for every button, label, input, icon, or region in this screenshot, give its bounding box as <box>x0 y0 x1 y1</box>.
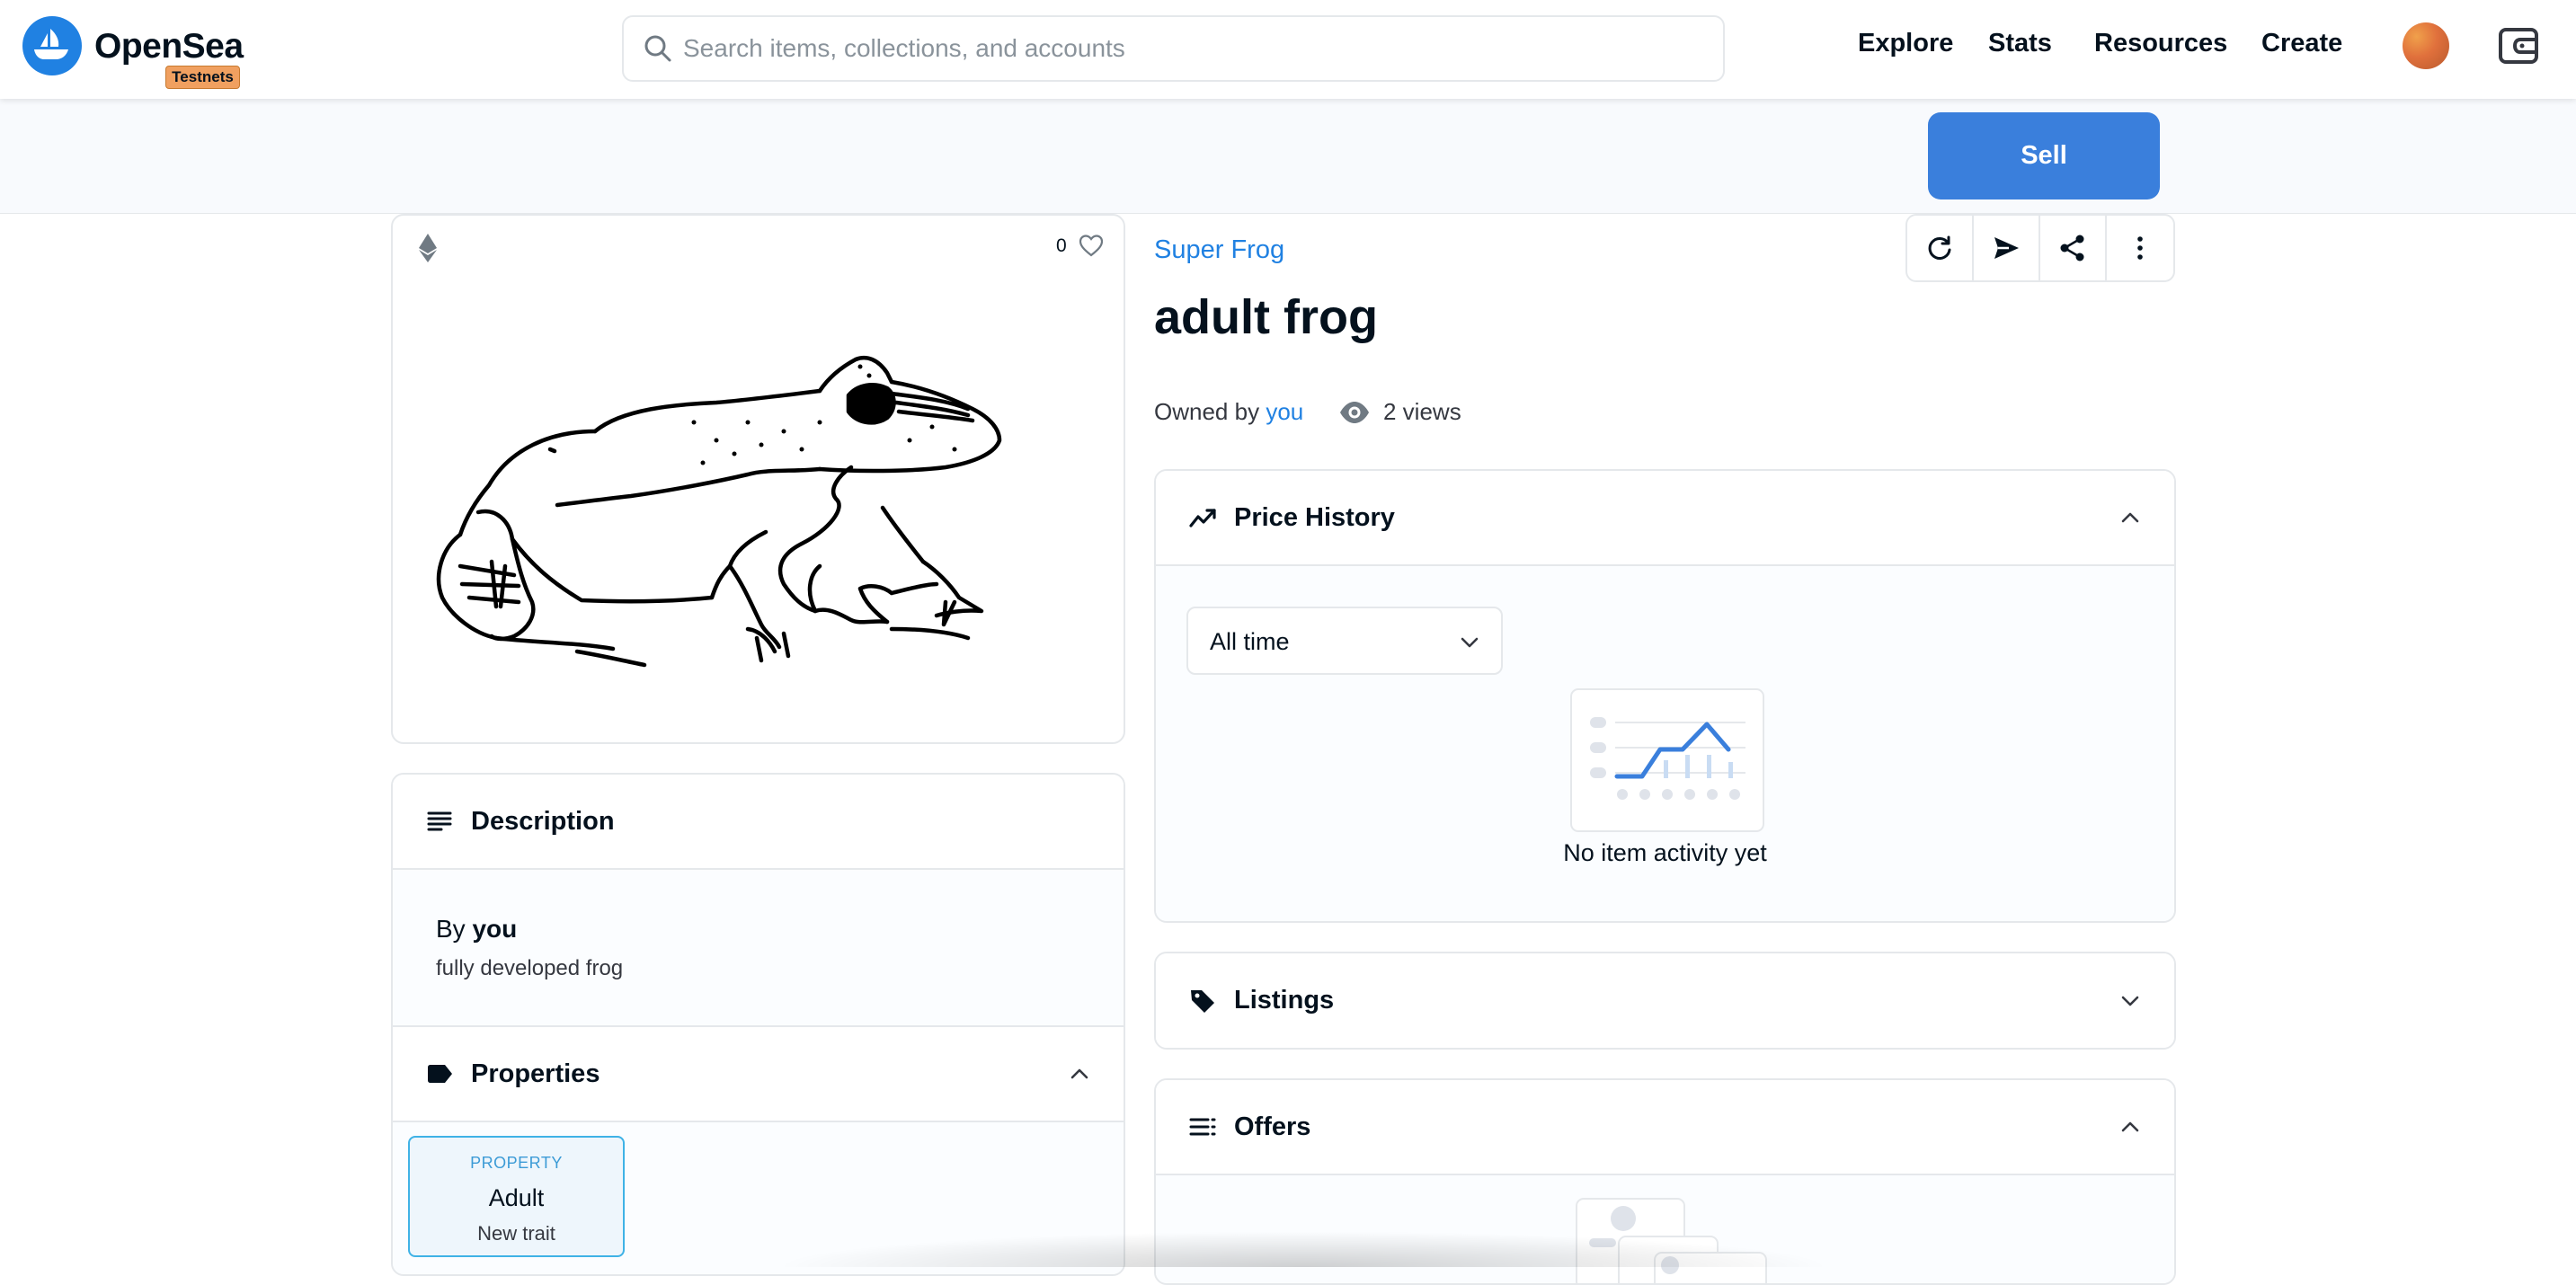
time-range-select[interactable]: All time <box>1186 607 1503 675</box>
description-body: By you fully developed frog <box>393 870 1124 1027</box>
scroll-shadow <box>773 1231 1834 1267</box>
share-button[interactable] <box>2040 216 2107 280</box>
nav-stats[interactable]: Stats <box>1988 29 2052 58</box>
collection-link[interactable]: Super Frog <box>1154 235 1284 265</box>
nav-resources[interactable]: Resources <box>2094 29 2227 58</box>
property-type: PROPERTY <box>470 1154 563 1172</box>
view-count: 2 views <box>1383 398 1461 425</box>
heart-icon[interactable] <box>1078 232 1105 259</box>
owner-action-bar: Sell <box>0 99 2576 214</box>
eye-icon <box>1340 402 1369 423</box>
owner-line: Owned by you <box>1154 398 1303 426</box>
item-title: adult frog <box>1154 290 1378 344</box>
chevron-down-icon <box>1461 637 1479 648</box>
empty-chart-icon <box>1570 688 1764 832</box>
search-input[interactable] <box>683 26 1690 71</box>
price-history-title: Price History <box>1234 502 1395 532</box>
text-lines-icon <box>427 811 452 831</box>
wallet-icon[interactable] <box>2497 25 2540 66</box>
tag-label-icon <box>428 1065 452 1083</box>
properties-header[interactable]: Properties <box>393 1027 1124 1122</box>
chevron-down-icon[interactable] <box>2119 989 2142 1013</box>
search-icon <box>644 35 671 62</box>
share-icon <box>2060 235 2084 261</box>
nav-explore[interactable]: Explore <box>1858 29 1953 58</box>
refresh-metadata-button[interactable] <box>1907 216 1974 280</box>
search-bar[interactable] <box>622 15 1725 82</box>
description-text: fully developed frog <box>436 956 624 980</box>
price-history-body: All time No item activity yet <box>1156 566 2174 921</box>
offers-header[interactable]: Offers <box>1156 1080 2174 1175</box>
description-title: Description <box>471 806 615 836</box>
brand-name[interactable]: OpenSea <box>94 27 244 66</box>
transfer-button[interactable] <box>1974 216 2040 280</box>
property-tile[interactable]: PROPERTY Adult New trait <box>408 1136 625 1257</box>
chevron-up-icon[interactable] <box>2119 506 2142 529</box>
creator-name[interactable]: you <box>472 915 517 943</box>
creator-line: By you <box>436 915 517 944</box>
more-options-button[interactable] <box>2107 216 2173 280</box>
more-vertical-icon <box>2137 236 2143 260</box>
favorite-count: 0 <box>1056 235 1067 256</box>
send-icon <box>1994 237 2019 259</box>
chevron-up-icon[interactable] <box>2119 1115 2142 1139</box>
offers-body <box>1156 1175 2174 1283</box>
price-history-header[interactable]: Price History <box>1156 471 2174 566</box>
opensea-logo-icon[interactable] <box>22 16 82 75</box>
listings-card: Listings <box>1154 952 2176 1050</box>
chevron-up-icon[interactable] <box>1068 1062 1091 1086</box>
properties-title: Properties <box>471 1059 600 1088</box>
frog-drawing-image[interactable] <box>406 297 1116 737</box>
ethereum-icon <box>419 234 437 262</box>
trending-line-icon <box>1189 509 1216 527</box>
offers-title: Offers <box>1234 1112 1311 1141</box>
list-icon <box>1189 1118 1216 1136</box>
sell-button[interactable]: Sell <box>1928 112 2160 199</box>
description-header[interactable]: Description <box>393 775 1124 870</box>
item-action-buttons <box>1905 214 2175 282</box>
listings-header[interactable]: Listings <box>1156 953 2174 1048</box>
testnets-badge: Testnets <box>165 66 240 89</box>
listings-title: Listings <box>1234 986 1335 1015</box>
price-tag-icon <box>1191 989 1214 1013</box>
time-range-value: All time <box>1210 628 1290 655</box>
description-card: Description By you fully developed frog … <box>391 773 1125 1276</box>
owner-link[interactable]: you <box>1266 398 1303 425</box>
top-nav-bar: OpenSea Testnets Explore Stats Resources… <box>0 0 2576 99</box>
property-rarity: New trait <box>477 1222 555 1245</box>
item-media-card: 0 <box>391 214 1125 744</box>
refresh-icon <box>1928 235 1951 260</box>
owned-by-prefix: Owned by <box>1154 398 1260 425</box>
no-activity-text: No item activity yet <box>1563 839 1767 866</box>
nav-create[interactable]: Create <box>2261 29 2342 58</box>
profile-avatar[interactable] <box>2403 22 2449 69</box>
price-history-card: Price History All time No item activity … <box>1154 469 2176 923</box>
by-prefix: By <box>436 915 466 943</box>
property-value: Adult <box>488 1184 545 1211</box>
